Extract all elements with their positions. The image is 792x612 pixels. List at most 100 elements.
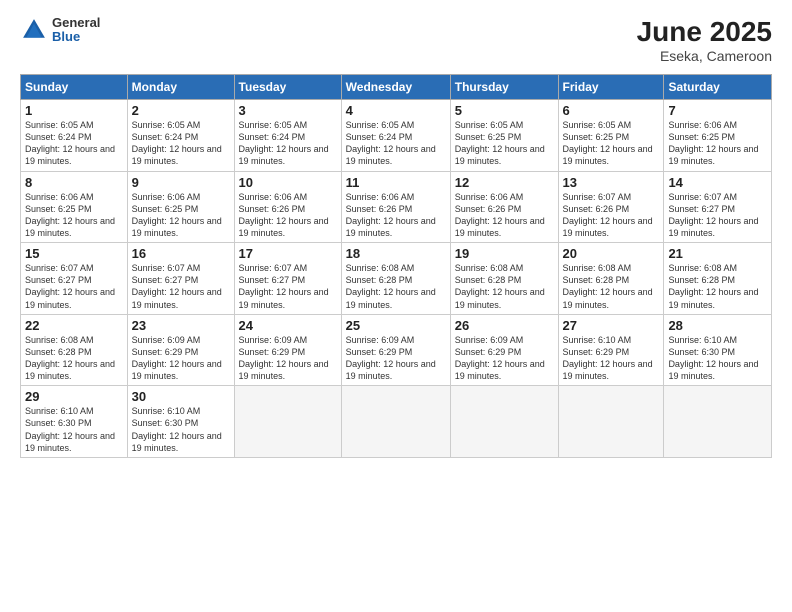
day-number: 24 [239, 318, 337, 333]
cell-info: Sunrise: 6:06 AMSunset: 6:25 PMDaylight:… [668, 119, 767, 168]
calendar-week-3: 15Sunrise: 6:07 AMSunset: 6:27 PMDayligh… [21, 243, 772, 315]
calendar-cell: 1Sunrise: 6:05 AMSunset: 6:24 PMDaylight… [21, 100, 128, 172]
weekday-header-row: SundayMondayTuesdayWednesdayThursdayFrid… [21, 75, 772, 100]
calendar-header: SundayMondayTuesdayWednesdayThursdayFrid… [21, 75, 772, 100]
calendar-cell: 14Sunrise: 6:07 AMSunset: 6:27 PMDayligh… [664, 171, 772, 243]
calendar-cell: 8Sunrise: 6:06 AMSunset: 6:25 PMDaylight… [21, 171, 128, 243]
logo-general-text: General [52, 16, 100, 30]
cell-info: Sunrise: 6:08 AMSunset: 6:28 PMDaylight:… [25, 334, 123, 383]
cell-info: Sunrise: 6:07 AMSunset: 6:27 PMDaylight:… [25, 262, 123, 311]
day-number: 30 [132, 389, 230, 404]
calendar-cell: 28Sunrise: 6:10 AMSunset: 6:30 PMDayligh… [664, 314, 772, 386]
cell-info: Sunrise: 6:07 AMSunset: 6:26 PMDaylight:… [563, 191, 660, 240]
cell-info: Sunrise: 6:10 AMSunset: 6:30 PMDaylight:… [668, 334, 767, 383]
weekday-tuesday: Tuesday [234, 75, 341, 100]
calendar-cell: 10Sunrise: 6:06 AMSunset: 6:26 PMDayligh… [234, 171, 341, 243]
weekday-saturday: Saturday [664, 75, 772, 100]
calendar-cell: 16Sunrise: 6:07 AMSunset: 6:27 PMDayligh… [127, 243, 234, 315]
page-title: June 2025 [637, 16, 772, 48]
day-number: 26 [455, 318, 554, 333]
day-number: 29 [25, 389, 123, 404]
calendar-cell [664, 386, 772, 458]
day-number: 4 [346, 103, 446, 118]
title-block: June 2025 Eseka, Cameroon [637, 16, 772, 64]
calendar-cell: 4Sunrise: 6:05 AMSunset: 6:24 PMDaylight… [341, 100, 450, 172]
day-number: 21 [668, 246, 767, 261]
calendar-cell: 21Sunrise: 6:08 AMSunset: 6:28 PMDayligh… [664, 243, 772, 315]
cell-info: Sunrise: 6:09 AMSunset: 6:29 PMDaylight:… [346, 334, 446, 383]
day-number: 14 [668, 175, 767, 190]
cell-info: Sunrise: 6:07 AMSunset: 6:27 PMDaylight:… [668, 191, 767, 240]
calendar-week-2: 8Sunrise: 6:06 AMSunset: 6:25 PMDaylight… [21, 171, 772, 243]
header: General Blue June 2025 Eseka, Cameroon [20, 16, 772, 64]
calendar-cell: 6Sunrise: 6:05 AMSunset: 6:25 PMDaylight… [558, 100, 664, 172]
calendar-cell: 12Sunrise: 6:06 AMSunset: 6:26 PMDayligh… [450, 171, 558, 243]
calendar-cell: 27Sunrise: 6:10 AMSunset: 6:29 PMDayligh… [558, 314, 664, 386]
calendar-cell: 23Sunrise: 6:09 AMSunset: 6:29 PMDayligh… [127, 314, 234, 386]
calendar-week-4: 22Sunrise: 6:08 AMSunset: 6:28 PMDayligh… [21, 314, 772, 386]
day-number: 2 [132, 103, 230, 118]
calendar-cell: 24Sunrise: 6:09 AMSunset: 6:29 PMDayligh… [234, 314, 341, 386]
calendar-cell: 29Sunrise: 6:10 AMSunset: 6:30 PMDayligh… [21, 386, 128, 458]
calendar-cell: 25Sunrise: 6:09 AMSunset: 6:29 PMDayligh… [341, 314, 450, 386]
day-number: 20 [563, 246, 660, 261]
calendar-cell: 9Sunrise: 6:06 AMSunset: 6:25 PMDaylight… [127, 171, 234, 243]
calendar-cell: 26Sunrise: 6:09 AMSunset: 6:29 PMDayligh… [450, 314, 558, 386]
cell-info: Sunrise: 6:10 AMSunset: 6:29 PMDaylight:… [563, 334, 660, 383]
logo-text: General Blue [52, 16, 100, 45]
cell-info: Sunrise: 6:08 AMSunset: 6:28 PMDaylight:… [668, 262, 767, 311]
cell-info: Sunrise: 6:09 AMSunset: 6:29 PMDaylight:… [455, 334, 554, 383]
day-number: 3 [239, 103, 337, 118]
day-number: 19 [455, 246, 554, 261]
logo-icon [20, 16, 48, 44]
day-number: 28 [668, 318, 767, 333]
calendar-cell [341, 386, 450, 458]
cell-info: Sunrise: 6:10 AMSunset: 6:30 PMDaylight:… [25, 405, 123, 454]
day-number: 1 [25, 103, 123, 118]
day-number: 9 [132, 175, 230, 190]
cell-info: Sunrise: 6:08 AMSunset: 6:28 PMDaylight:… [455, 262, 554, 311]
calendar-cell: 18Sunrise: 6:08 AMSunset: 6:28 PMDayligh… [341, 243, 450, 315]
calendar-cell: 11Sunrise: 6:06 AMSunset: 6:26 PMDayligh… [341, 171, 450, 243]
day-number: 15 [25, 246, 123, 261]
calendar-cell: 13Sunrise: 6:07 AMSunset: 6:26 PMDayligh… [558, 171, 664, 243]
weekday-wednesday: Wednesday [341, 75, 450, 100]
weekday-sunday: Sunday [21, 75, 128, 100]
calendar-cell: 5Sunrise: 6:05 AMSunset: 6:25 PMDaylight… [450, 100, 558, 172]
calendar-cell: 7Sunrise: 6:06 AMSunset: 6:25 PMDaylight… [664, 100, 772, 172]
calendar-cell [234, 386, 341, 458]
day-number: 13 [563, 175, 660, 190]
cell-info: Sunrise: 6:06 AMSunset: 6:26 PMDaylight:… [346, 191, 446, 240]
day-number: 22 [25, 318, 123, 333]
weekday-monday: Monday [127, 75, 234, 100]
cell-info: Sunrise: 6:07 AMSunset: 6:27 PMDaylight:… [239, 262, 337, 311]
logo-blue-text: Blue [52, 30, 100, 44]
calendar-body: 1 Sunrise: 6:05 AMSunset: 6:24 PMDaylight… [21, 100, 772, 458]
day-number: 27 [563, 318, 660, 333]
calendar-week-1: 1 Sunrise: 6:05 AMSunset: 6:24 PMDaylight… [21, 100, 772, 172]
calendar-cell: 30Sunrise: 6:10 AMSunset: 6:30 PMDayligh… [127, 386, 234, 458]
cell-info: Sunrise: 6:10 AMSunset: 6:30 PMDaylight:… [132, 405, 230, 454]
weekday-thursday: Thursday [450, 75, 558, 100]
day-number: 7 [668, 103, 767, 118]
cell-info: Sunrise: 6:06 AMSunset: 6:26 PMDaylight:… [239, 191, 337, 240]
day-number: 6 [563, 103, 660, 118]
cell-info: Sunrise: 6:08 AMSunset: 6:28 PMDaylight:… [346, 262, 446, 311]
calendar-cell: 22Sunrise: 6:08 AMSunset: 6:28 PMDayligh… [21, 314, 128, 386]
cell-info: Sunrise: 6:06 AMSunset: 6:25 PMDaylight:… [132, 191, 230, 240]
page: General Blue June 2025 Eseka, Cameroon S… [0, 0, 792, 612]
calendar-cell: 17Sunrise: 6:07 AMSunset: 6:27 PMDayligh… [234, 243, 341, 315]
day-number: 18 [346, 246, 446, 261]
weekday-friday: Friday [558, 75, 664, 100]
calendar-cell: 20Sunrise: 6:08 AMSunset: 6:28 PMDayligh… [558, 243, 664, 315]
calendar-cell: 19Sunrise: 6:08 AMSunset: 6:28 PMDayligh… [450, 243, 558, 315]
day-number: 11 [346, 175, 446, 190]
calendar-cell: 3Sunrise: 6:05 AMSunset: 6:24 PMDaylight… [234, 100, 341, 172]
cell-info: Sunrise: 6:05 AMSunset: 6:24 PMDaylight:… [239, 119, 337, 168]
cell-info: Sunrise: 6:05 AMSunset: 6:25 PMDaylight:… [563, 119, 660, 168]
cell-info: Sunrise: 6:06 AMSunset: 6:25 PMDaylight:… [25, 191, 123, 240]
cell-info: Sunrise: 6:06 AMSunset: 6:26 PMDaylight:… [455, 191, 554, 240]
page-subtitle: Eseka, Cameroon [637, 48, 772, 64]
cell-info: Sunrise: 6:05 AMSunset: 6:24 PMDaylight:… [132, 119, 230, 168]
day-number: 17 [239, 246, 337, 261]
